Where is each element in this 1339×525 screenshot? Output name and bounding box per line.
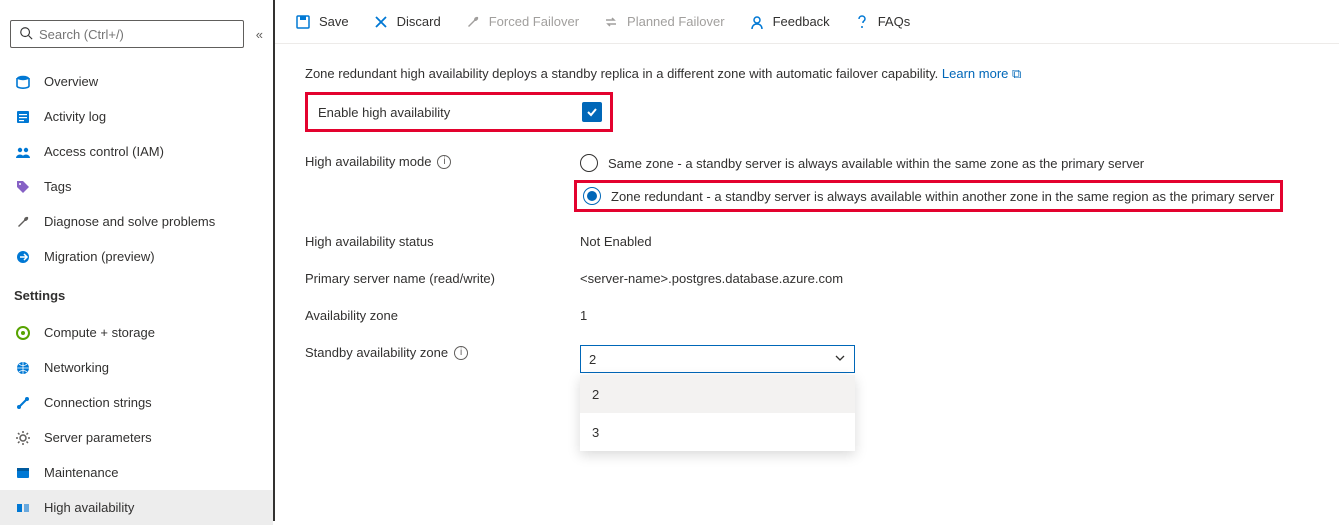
planned-failover-button: Planned Failover <box>591 0 737 43</box>
networking-icon <box>14 359 32 377</box>
sidebar-item-label: Networking <box>44 360 109 375</box>
sidebar-item-label: Compute + storage <box>44 325 155 340</box>
dropdown-option[interactable]: 2 <box>580 375 855 413</box>
save-icon <box>295 14 311 30</box>
swap-icon <box>603 14 619 30</box>
feedback-icon <box>749 14 765 30</box>
search-box[interactable] <box>10 20 244 48</box>
sidebar-item-label: Migration (preview) <box>44 249 155 264</box>
tag-icon <box>14 178 32 196</box>
sidebar-item-tags[interactable]: Tags <box>0 169 273 204</box>
sidebar-item-networking[interactable]: Networking <box>0 350 273 385</box>
sidebar-item-label: Diagnose and solve problems <box>44 214 215 229</box>
faqs-button[interactable]: FAQs <box>842 0 923 43</box>
question-icon <box>854 14 870 30</box>
feedback-button[interactable]: Feedback <box>737 0 842 43</box>
radio-icon <box>583 187 601 205</box>
migration-icon <box>14 248 32 266</box>
main-content: Save Discard Forced Failover Planned Fai… <box>275 0 1339 521</box>
sidebar-item-label: Overview <box>44 74 98 89</box>
description-text: Zone redundant high availability deploys… <box>305 66 1309 82</box>
info-icon[interactable]: i <box>454 346 468 360</box>
sidebar-item-overview[interactable]: Overview <box>0 64 273 99</box>
sidebar-item-activity-log[interactable]: Activity log <box>0 99 273 134</box>
sidebar-item-connection-strings[interactable]: Connection strings <box>0 385 273 420</box>
check-icon <box>585 105 599 119</box>
enable-ha-checkbox[interactable] <box>582 102 602 122</box>
chevron-down-icon <box>834 352 846 367</box>
wrench-icon <box>465 14 481 30</box>
search-icon <box>19 26 33 43</box>
collapse-sidebar-button[interactable]: « <box>256 27 263 42</box>
ha-mode-label: High availability mode i <box>305 154 580 169</box>
sidebar-item-migration[interactable]: Migration (preview) <box>0 239 273 274</box>
sidebar-item-maintenance[interactable]: Maintenance <box>0 455 273 490</box>
database-icon <box>14 73 32 91</box>
external-link-icon: ⧉ <box>1012 66 1021 81</box>
sidebar-item-label: Access control (IAM) <box>44 144 164 159</box>
people-icon <box>14 143 32 161</box>
connection-icon <box>14 394 32 412</box>
enable-ha-row: Enable high availability <box>305 92 613 132</box>
availability-zone-value: 1 <box>580 308 587 323</box>
log-icon <box>14 108 32 126</box>
search-input[interactable] <box>39 27 235 42</box>
ha-icon <box>14 499 32 517</box>
sidebar-item-server-parameters[interactable]: Server parameters <box>0 420 273 455</box>
enable-ha-label: Enable high availability <box>318 105 450 120</box>
sidebar-item-label: Connection strings <box>44 395 152 410</box>
settings-header: Settings <box>0 274 273 309</box>
standby-zone-label: Standby availability zone i <box>305 345 580 360</box>
sidebar: « Overview Activity log Access control (… <box>0 0 275 521</box>
discard-button[interactable]: Discard <box>361 0 453 43</box>
discard-icon <box>373 14 389 30</box>
compute-icon <box>14 324 32 342</box>
radio-icon <box>580 154 598 172</box>
forced-failover-button: Forced Failover <box>453 0 591 43</box>
info-icon[interactable]: i <box>437 155 451 169</box>
primary-server-label: Primary server name (read/write) <box>305 271 580 286</box>
availability-zone-label: Availability zone <box>305 308 580 323</box>
radio-zone-redundant[interactable]: Zone redundant - a standby server is alw… <box>583 187 1274 205</box>
standby-zone-dropdown: 2 3 <box>580 375 855 451</box>
ha-status-label: High availability status <box>305 234 580 249</box>
radio-same-zone[interactable]: Same zone - a standby server is always a… <box>580 154 1283 172</box>
standby-zone-select[interactable]: 2 <box>580 345 855 373</box>
wrench-icon <box>14 213 32 231</box>
sidebar-item-access-control[interactable]: Access control (IAM) <box>0 134 273 169</box>
sidebar-item-label: Maintenance <box>44 465 118 480</box>
sidebar-item-compute-storage[interactable]: Compute + storage <box>0 315 273 350</box>
sidebar-item-label: Tags <box>44 179 71 194</box>
maintenance-icon <box>14 464 32 482</box>
learn-more-link[interactable]: Learn more ⧉ <box>942 66 1021 81</box>
dropdown-option[interactable]: 3 <box>580 413 855 451</box>
primary-server-value: <server-name>.postgres.database.azure.co… <box>580 271 843 286</box>
sidebar-item-label: Activity log <box>44 109 106 124</box>
toolbar: Save Discard Forced Failover Planned Fai… <box>275 0 1339 44</box>
sidebar-item-high-availability[interactable]: High availability <box>0 490 273 525</box>
ha-status-value: Not Enabled <box>580 234 652 249</box>
sidebar-item-label: Server parameters <box>44 430 152 445</box>
gear-icon <box>14 429 32 447</box>
sidebar-item-label: High availability <box>44 500 134 515</box>
sidebar-item-diagnose[interactable]: Diagnose and solve problems <box>0 204 273 239</box>
save-button[interactable]: Save <box>283 0 361 43</box>
